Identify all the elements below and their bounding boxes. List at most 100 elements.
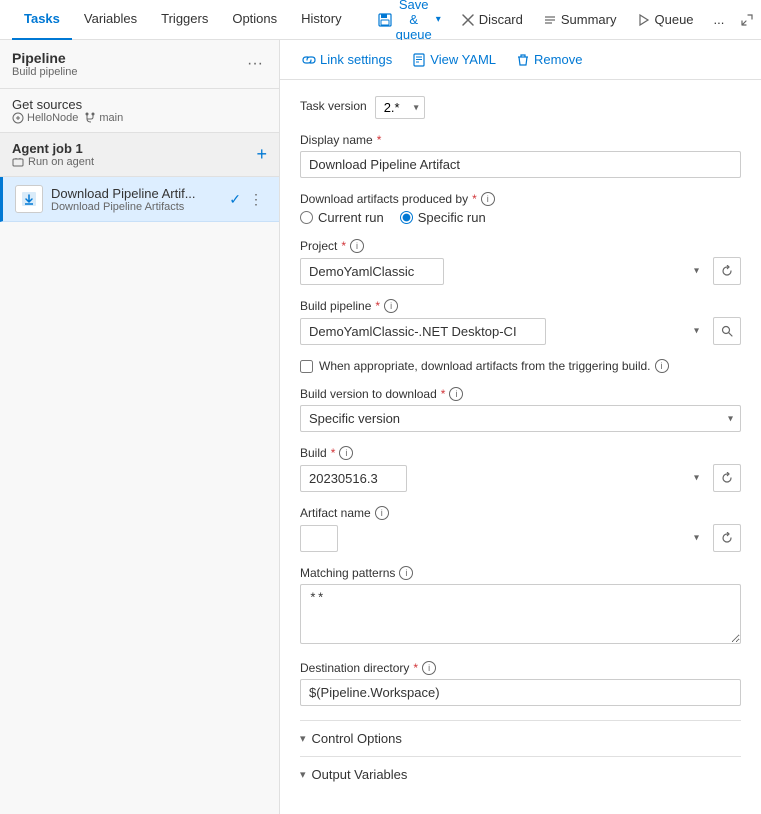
- artifact-name-label-text: Artifact name: [300, 506, 371, 520]
- tab-variables[interactable]: Variables: [72, 0, 149, 40]
- matching-patterns-textarea[interactable]: **: [300, 584, 741, 644]
- remove-label: Remove: [534, 52, 582, 67]
- right-panel-toolbar: Link settings View YAML Remove: [280, 40, 761, 80]
- right-panel-content: Task version 2.* ▾ Display name * Downlo…: [280, 80, 761, 808]
- top-nav: Tasks Variables Triggers Options History…: [0, 0, 761, 40]
- output-variables-label: Output Variables: [312, 767, 408, 782]
- build-pipeline-label-text: Build pipeline: [300, 299, 371, 313]
- build-version-field: Build version to download * i Specific v…: [300, 387, 741, 432]
- summary-button[interactable]: Summary: [535, 8, 625, 31]
- task-item-icon: [15, 185, 43, 213]
- link-settings-icon: [302, 53, 316, 67]
- control-options-section[interactable]: ▾ Control Options: [300, 720, 741, 756]
- remove-button[interactable]: Remove: [510, 48, 588, 71]
- build-refresh-button[interactable]: [713, 464, 741, 492]
- project-label: Project * i: [300, 239, 741, 253]
- triggering-build-checkbox[interactable]: [300, 360, 313, 373]
- discard-label: Discard: [479, 12, 523, 27]
- agent-job-info: Agent job 1 Run on agent: [12, 141, 94, 168]
- build-label: Build * i: [300, 446, 741, 460]
- task-actions: ✓ ⋮: [229, 189, 267, 210]
- more-button[interactable]: ...: [706, 8, 733, 31]
- display-name-field: Display name *: [300, 133, 741, 178]
- radio-specific-run-input[interactable]: [400, 211, 413, 224]
- build-pipeline-label: Build pipeline * i: [300, 299, 741, 313]
- build-pipeline-select-wrapper: DemoYamlClassic-.NET Desktop-CI ▾: [300, 317, 741, 345]
- project-select-wrapper: DemoYamlClassic ▾: [300, 257, 741, 285]
- get-sources-item[interactable]: Get sources HelloNode: [0, 89, 279, 133]
- get-sources-details: HelloNode main: [12, 112, 267, 124]
- artifact-name-info-icon[interactable]: i: [375, 506, 389, 520]
- task-version-select[interactable]: 2.*: [375, 96, 425, 119]
- repo-badge: HelloNode: [12, 112, 78, 124]
- summary-icon: [543, 13, 557, 27]
- build-select[interactable]: 20230516.3: [300, 465, 407, 492]
- agent-job-subtitle: Run on agent: [12, 156, 94, 168]
- pipeline-more-button[interactable]: ···: [243, 53, 267, 75]
- build-select-wrapper: 20230516.3 ▾: [300, 464, 741, 492]
- radio-current-run-label: Current run: [318, 210, 384, 225]
- project-select[interactable]: DemoYamlClassic: [300, 258, 444, 285]
- task-title: Download Pipeline Artif...: [51, 186, 221, 201]
- queue-icon: [637, 13, 651, 27]
- task-item-download[interactable]: Download Pipeline Artif... Download Pipe…: [0, 177, 279, 222]
- task-verified-icon: ✓: [229, 191, 241, 208]
- triggering-build-label[interactable]: When appropriate, download artifacts fro…: [319, 359, 669, 373]
- artifact-name-refresh-button[interactable]: [713, 524, 741, 552]
- project-refresh-button[interactable]: [713, 257, 741, 285]
- matching-patterns-field: Matching patterns i **: [300, 566, 741, 647]
- matching-patterns-label-text: Matching patterns: [300, 566, 395, 580]
- output-variables-chevron-icon: ▾: [300, 768, 306, 781]
- artifact-name-select[interactable]: [300, 525, 338, 552]
- yaml-icon: [412, 53, 426, 67]
- display-name-label-text: Display name: [300, 133, 373, 147]
- nav-tabs: Tasks Variables Triggers Options History: [12, 0, 354, 40]
- destination-directory-input[interactable]: [300, 679, 741, 706]
- radio-current-run-input[interactable]: [300, 211, 313, 224]
- task-version-label: Task version: [300, 99, 367, 113]
- build-pipeline-search-icon: [721, 325, 733, 337]
- output-variables-section[interactable]: ▾ Output Variables: [300, 756, 741, 792]
- download-by-info-icon[interactable]: i: [481, 192, 495, 206]
- queue-button[interactable]: Queue: [629, 8, 702, 31]
- artifact-name-refresh-icon: [721, 532, 733, 544]
- add-task-button[interactable]: +: [256, 144, 267, 165]
- build-version-info-icon[interactable]: i: [449, 387, 463, 401]
- artifact-name-select-wrapper: ▾: [300, 524, 741, 552]
- build-version-select[interactable]: Specific versionLatestLatest from a spec…: [300, 405, 741, 432]
- build-pipeline-select[interactable]: DemoYamlClassic-.NET Desktop-CI: [300, 318, 546, 345]
- task-more-button[interactable]: ⋮: [245, 189, 267, 210]
- artifact-name-chevron: ▾: [694, 533, 699, 544]
- matching-patterns-info-icon[interactable]: i: [399, 566, 413, 580]
- control-options-label: Control Options: [312, 731, 402, 746]
- project-field: Project * i DemoYamlClassic ▾: [300, 239, 741, 285]
- pipeline-header: Pipeline Build pipeline ···: [0, 40, 279, 89]
- radio-specific-run[interactable]: Specific run: [400, 210, 486, 225]
- tab-history[interactable]: History: [289, 0, 353, 40]
- destination-directory-field: Destination directory * i: [300, 661, 741, 706]
- triggering-build-info-icon[interactable]: i: [655, 359, 669, 373]
- save-queue-dropdown-icon: ▾: [436, 14, 441, 25]
- tab-options[interactable]: Options: [220, 0, 289, 40]
- destination-directory-info-icon[interactable]: i: [422, 661, 436, 675]
- tab-tasks[interactable]: Tasks: [12, 0, 72, 40]
- download-by-field: Download artifacts produced by * i Curre…: [300, 192, 741, 225]
- agent-icon: [12, 156, 24, 168]
- link-settings-label: Link settings: [320, 52, 392, 67]
- view-yaml-button[interactable]: View YAML: [406, 48, 502, 71]
- tab-triggers[interactable]: Triggers: [149, 0, 220, 40]
- display-name-input[interactable]: [300, 151, 741, 178]
- expand-button[interactable]: [732, 9, 761, 31]
- expand-icon: [740, 13, 754, 27]
- build-pipeline-search-button[interactable]: [713, 317, 741, 345]
- save-icon: [378, 13, 392, 27]
- build-info-icon[interactable]: i: [339, 446, 353, 460]
- matching-patterns-label: Matching patterns i: [300, 566, 741, 580]
- link-settings-button[interactable]: Link settings: [296, 48, 398, 71]
- project-info-icon[interactable]: i: [350, 239, 364, 253]
- build-refresh-icon: [721, 472, 733, 484]
- radio-current-run[interactable]: Current run: [300, 210, 384, 225]
- summary-label: Summary: [561, 12, 617, 27]
- build-pipeline-info-icon[interactable]: i: [384, 299, 398, 313]
- discard-button[interactable]: Discard: [453, 8, 531, 31]
